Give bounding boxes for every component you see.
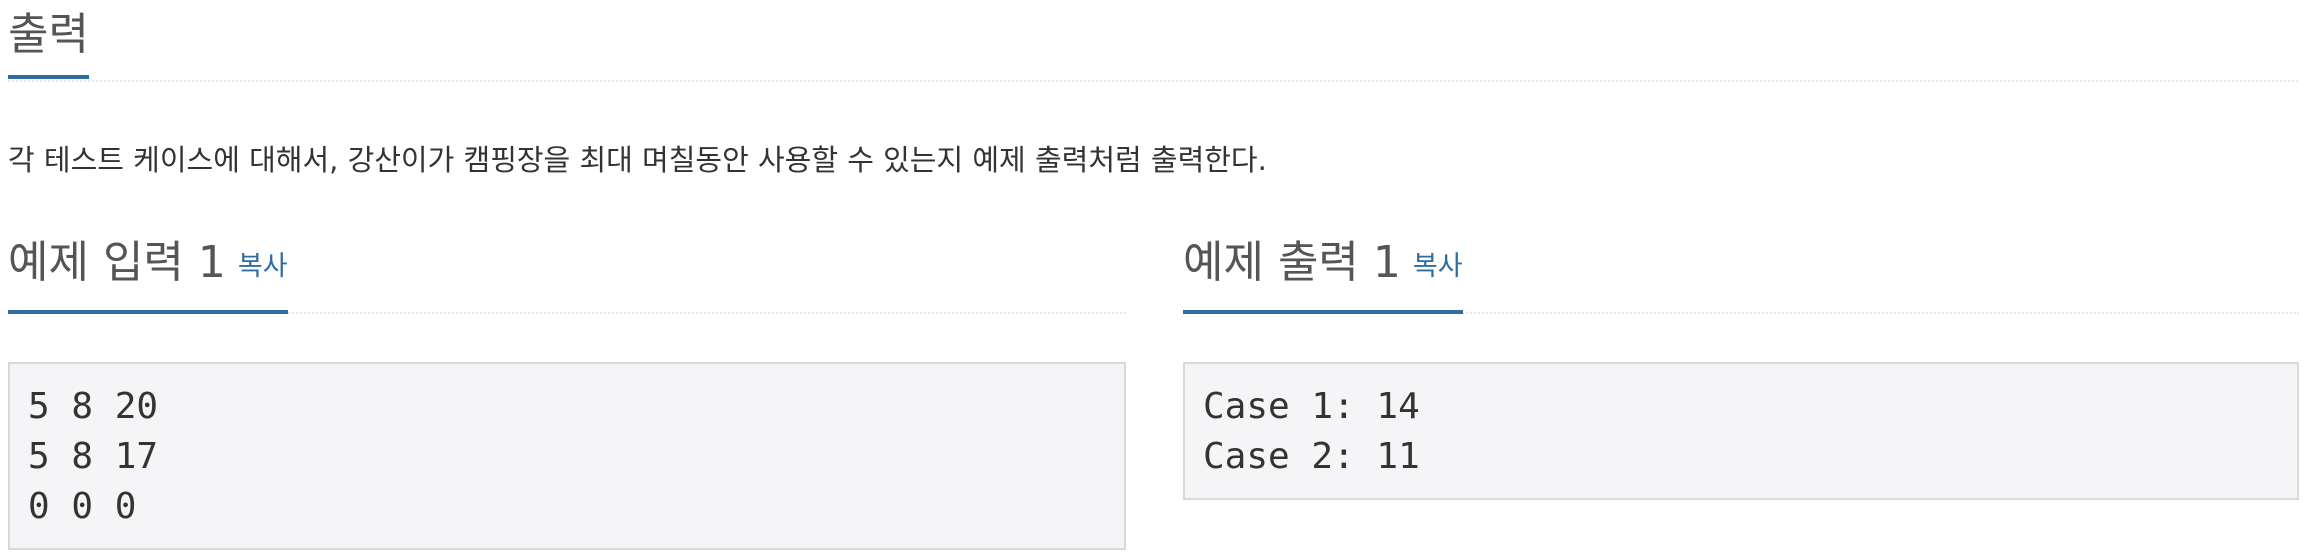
sample-output-code[interactable]: Case 1: 14 Case 2: 11 xyxy=(1183,362,2299,500)
output-description: 각 테스트 케이스에 대해서, 강산이가 캠핑장을 최대 며칠동안 사용할 수 … xyxy=(8,143,1267,177)
sample-output-title: 예제 출력 1 xyxy=(1183,237,1401,288)
copy-input-button[interactable]: 복사 xyxy=(238,251,288,282)
copy-output-button[interactable]: 복사 xyxy=(1413,251,1463,282)
output-section-header: 출력 xyxy=(8,0,2298,82)
sample-output-block: 예제 출력 1 복사 Case 1: 14 Case 2: 11 xyxy=(1183,232,2299,500)
sample-input-header: 예제 입력 1 복사 xyxy=(8,232,1126,314)
output-section-title: 출력 xyxy=(8,6,89,79)
sample-input-heading: 예제 입력 1 복사 xyxy=(8,234,288,314)
sample-output-heading: 예제 출력 1 복사 xyxy=(1183,234,1463,314)
sample-output-header: 예제 출력 1 복사 xyxy=(1183,232,2299,314)
sample-input-code[interactable]: 5 8 20 5 8 17 0 0 0 xyxy=(8,362,1126,550)
problem-output-area: 출력 각 테스트 케이스에 대해서, 강산이가 캠핑장을 최대 며칠동안 사용할… xyxy=(0,0,2304,560)
sample-input-title: 예제 입력 1 xyxy=(8,237,226,288)
sample-input-block: 예제 입력 1 복사 5 8 20 5 8 17 0 0 0 xyxy=(8,232,1126,550)
